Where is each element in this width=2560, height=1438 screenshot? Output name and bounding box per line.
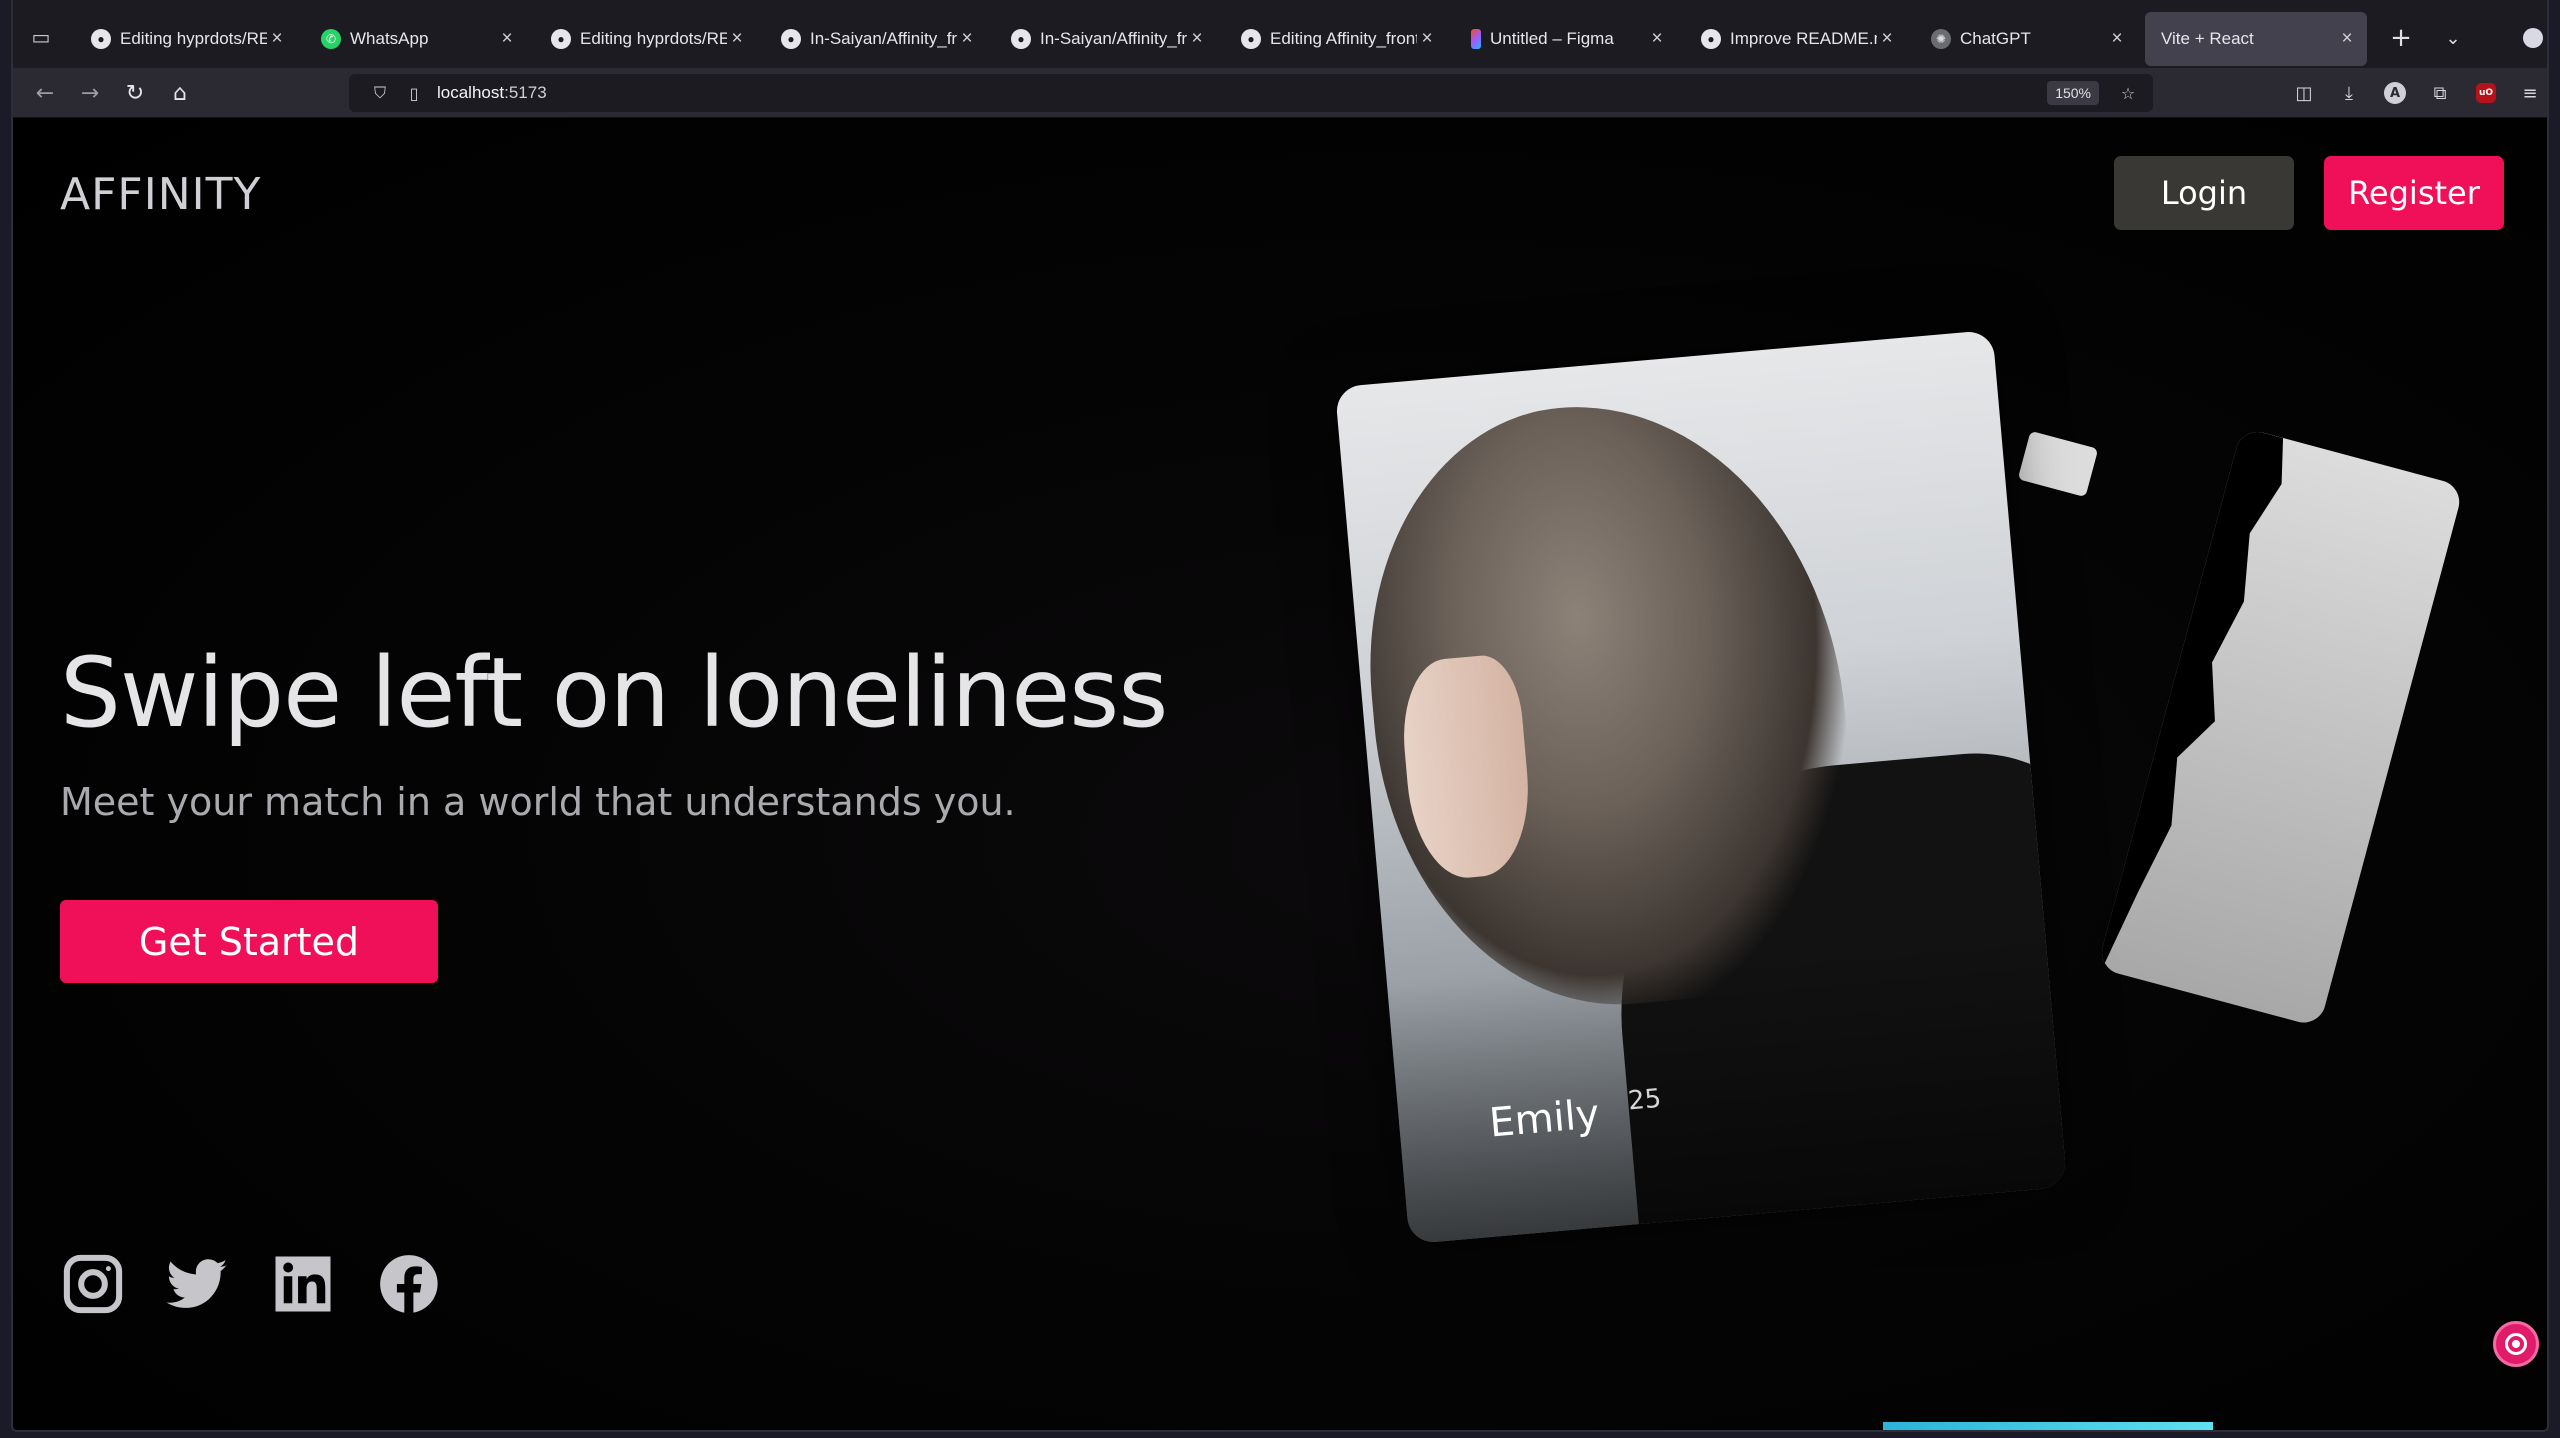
tab-title: Untitled – Figma [1490,29,1614,48]
tab-title: In-Saiyan/Affinity_fro [810,29,957,48]
reload-icon[interactable]: ↻ [119,77,151,109]
desktop-glow [1883,1422,2213,1430]
tab[interactable]: ● Editing hyprdots/REA × [75,12,297,66]
github-icon: ● [91,29,111,49]
close-icon[interactable]: × [957,28,977,50]
close-icon[interactable]: × [2107,28,2127,50]
figma-icon [1471,29,1481,49]
url-text[interactable]: localhost:5173 [437,83,547,103]
github-icon: ● [781,29,801,49]
tab[interactable]: ● Editing hyprdots/REA × [535,12,757,66]
tab[interactable]: ● Improve README.mc × [1685,12,1907,66]
navigation-bar: ← → ↻ ⌂ ⛉ ▯ localhost:5173 150% ☆ ◫ ⤓ A … [13,68,2547,118]
tab-title: ChatGPT [1960,29,2031,48]
tab-title: Vite + React [2161,29,2254,48]
instagram-icon[interactable] [60,1251,126,1317]
tab-active[interactable]: Vite + React × [2145,12,2367,66]
new-tab-icon[interactable]: + [2385,22,2417,54]
login-button[interactable]: Login [2114,156,2294,230]
tab-strip: ▭ ● Editing hyprdots/REA × ✆ WhatsApp × … [13,0,2547,78]
linkedin-icon[interactable] [270,1251,336,1317]
tab[interactable]: ● Editing Affinity_front × [1225,12,1447,66]
chatgpt-icon: ✺ [1931,29,1951,49]
tab-title: Editing Affinity_front [1270,29,1417,48]
close-icon[interactable]: × [2337,28,2357,50]
tab[interactable]: ✺ ChatGPT × [1915,12,2137,66]
hero-subheadline: Meet your match in a world that understa… [60,780,1016,824]
tab[interactable]: ● In-Saiyan/Affinity_fro × [995,12,1217,66]
profile-card-back[interactable] [2097,427,2465,1028]
tab-list-icon[interactable]: ▭ [26,22,56,52]
tab-title: Editing hyprdots/REA [580,29,727,48]
shield-icon[interactable]: ⛉ [369,82,391,104]
get-started-button[interactable]: Get Started [60,900,438,983]
zoom-level[interactable]: 150% [2047,81,2099,105]
tab-title: Improve README.mc [1730,29,1877,48]
landing-page: AFFINITY Login Register Swipe left on lo… [13,119,2547,1430]
github-icon: ● [1011,29,1031,49]
card-gradient [1387,927,2068,1245]
site-logo[interactable]: AFFINITY [60,169,261,220]
account-dot-icon[interactable] [2523,28,2543,48]
forward-icon[interactable]: → [74,77,106,109]
profile-age: 25 [1626,1083,1663,1117]
hero-headline: Swipe left on loneliness [60,637,1168,749]
github-icon: ● [1701,29,1721,49]
tab-title: In-Saiyan/Affinity_fro [1040,29,1187,48]
close-icon[interactable]: × [267,28,287,50]
close-icon[interactable]: × [1417,28,1437,50]
url-host: localhost [437,83,505,102]
facebook-icon[interactable] [376,1251,442,1317]
floating-action-icon[interactable] [2493,1321,2539,1367]
twitter-icon[interactable] [164,1251,230,1317]
url-bar[interactable]: ⛉ ▯ localhost:5173 150% ☆ [349,74,2153,112]
github-icon: ● [551,29,571,49]
tab-title: Editing hyprdots/REA [120,29,267,48]
tab-title: WhatsApp [350,29,429,48]
pocket-icon[interactable]: ◫ [2291,80,2317,106]
ublock-icon[interactable]: uO [2476,83,2496,103]
profile-card-peek [2017,430,2099,498]
tab[interactable]: Untitled – Figma × [1455,12,1677,66]
star-icon[interactable]: ☆ [2117,82,2139,104]
menu-icon[interactable]: ≡ [2517,80,2543,106]
back-icon[interactable]: ← [29,77,61,109]
register-button[interactable]: Register [2324,156,2504,230]
url-port: :5173 [504,83,547,102]
download-icon[interactable]: ⤓ [2336,80,2362,106]
account-icon[interactable]: A [2384,82,2406,104]
close-icon[interactable]: × [1647,28,1667,50]
profile-name: Emily [1487,1091,1602,1147]
chevron-down-icon[interactable]: ⌄ [2437,22,2469,54]
github-icon: ● [1241,29,1261,49]
page-icon[interactable]: ▯ [403,82,425,104]
close-icon[interactable]: × [1877,28,1897,50]
close-icon[interactable]: × [727,28,747,50]
tab[interactable]: ● In-Saiyan/Affinity_fro × [765,12,987,66]
profile-card[interactable]: Emily 25 [1334,329,2068,1245]
tab[interactable]: ✆ WhatsApp × [305,12,527,66]
close-icon[interactable]: × [1187,28,1207,50]
profile-photo [2097,427,2348,996]
whatsapp-icon: ✆ [321,29,341,49]
extensions-icon[interactable]: ⧉ [2427,80,2453,106]
home-icon[interactable]: ⌂ [164,77,196,109]
close-icon[interactable]: × [497,28,517,50]
browser-window: ▭ ● Editing hyprdots/REA × ✆ WhatsApp × … [11,0,2549,1432]
